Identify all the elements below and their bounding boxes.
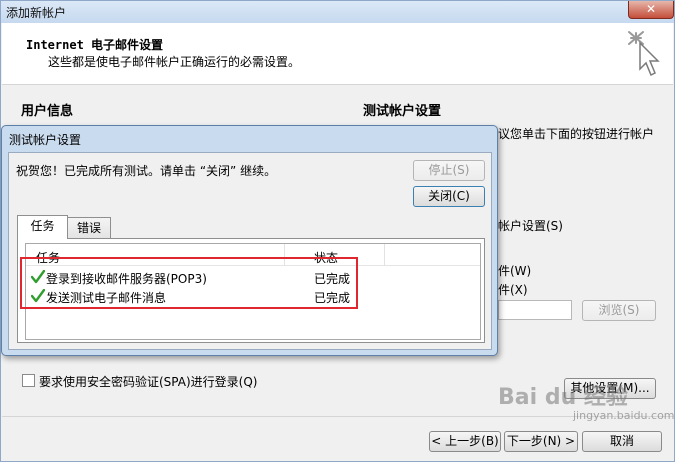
back-button[interactable]: < 上一步(B) bbox=[429, 431, 501, 452]
column-divider[interactable] bbox=[384, 244, 385, 266]
watermark-url: jingyan.baidu.com bbox=[573, 409, 675, 422]
header-subtitle: 这些都是使电子邮件帐户正确运行的必需设置。 bbox=[48, 55, 301, 69]
spa-label: 要求使用安全密码验证(SPA)进行登录(Q) bbox=[39, 375, 258, 389]
window-close-button[interactable]: ✕ bbox=[628, 1, 674, 19]
data-file-path-input[interactable] bbox=[498, 300, 572, 320]
cursor-sparkle-icon bbox=[628, 31, 660, 77]
highlight-box bbox=[20, 257, 358, 309]
tab-tasks[interactable]: 任务 bbox=[17, 215, 68, 239]
dialog-title: 测试帐户设置 bbox=[9, 133, 82, 147]
existing-data-file-option[interactable]: 件(X) bbox=[498, 281, 528, 298]
header-title: Internet 电子邮件设置 bbox=[26, 38, 164, 52]
baidu-watermark-logo: Bai du 经验 jingyan.baidu.com bbox=[498, 379, 675, 429]
test-hint-text: 议您单击下面的按钮进行帐户 bbox=[498, 127, 655, 141]
window-title: 添加新帐户 bbox=[6, 6, 67, 20]
title-bar: 添加新帐户 ✕ bbox=[1, 1, 674, 23]
browse-button[interactable]: 浏览(S) bbox=[582, 300, 656, 321]
watermark-text: Bai du 经验 bbox=[498, 385, 628, 410]
user-info-heading: 用户信息 bbox=[21, 104, 74, 119]
cancel-button[interactable]: 取消 bbox=[582, 431, 662, 452]
new-data-file-option[interactable]: 件(W) bbox=[498, 262, 531, 279]
next-button[interactable]: 下一步(N) > bbox=[504, 431, 578, 452]
wizard-header: Internet 电子邮件设置 这些都是使电子邮件帐户正确运行的必需设置。 bbox=[2, 23, 673, 85]
close-button[interactable]: 关闭(C) bbox=[413, 186, 485, 207]
tab-errors[interactable]: 错误 bbox=[67, 217, 111, 239]
stop-button[interactable]: 停止(S) bbox=[413, 160, 485, 181]
test-account-settings-option[interactable]: 帐户设置(S) bbox=[498, 217, 563, 234]
completion-message: 祝贺您！已完成所有测试。请单击 “关闭” 继续。 bbox=[16, 164, 277, 178]
test-settings-heading: 测试帐户设置 bbox=[363, 104, 442, 119]
test-account-dialog: 测试帐户设置 祝贺您！已完成所有测试。请单击 “关闭” 继续。 停止(S) 关闭… bbox=[1, 125, 498, 356]
spa-checkbox[interactable] bbox=[22, 374, 35, 387]
dialog-body: 祝贺您！已完成所有测试。请单击 “关闭” 继续。 停止(S) 关闭(C) 任务 … bbox=[8, 152, 492, 350]
